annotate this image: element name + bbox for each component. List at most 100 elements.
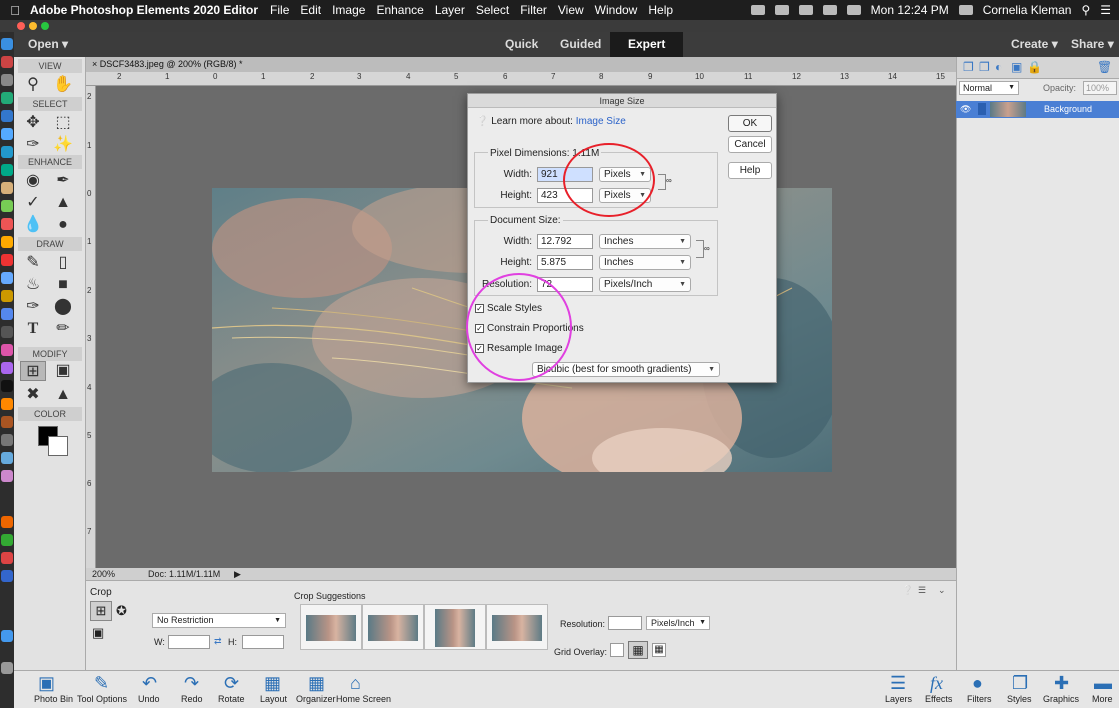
layer-mask-icon[interactable]: ▣ xyxy=(1011,60,1022,74)
rotate-button[interactable]: Rotate xyxy=(218,694,245,704)
opacity-field[interactable]: 100% xyxy=(1083,81,1117,95)
dock-app-icon[interactable] xyxy=(1,362,13,374)
dock-app-icon[interactable] xyxy=(1,398,13,410)
move-tool-icon[interactable]: ✥ xyxy=(20,113,46,133)
dock-app-icon[interactable] xyxy=(1,236,13,248)
pencil-tool-icon[interactable]: ✏ xyxy=(50,319,76,339)
gradient-tool-icon[interactable]: ■ xyxy=(50,275,76,295)
battery-icon[interactable] xyxy=(846,5,861,15)
resolution-unit-select[interactable]: Pixels/Inch ▼ xyxy=(646,616,710,630)
crop-suggestion-thumb[interactable] xyxy=(486,604,548,650)
dock-app-icon[interactable] xyxy=(1,164,13,176)
paint-bucket-icon[interactable]: ♨ xyxy=(20,275,46,295)
cancel-button[interactable]: Cancel xyxy=(728,136,772,153)
eraser-tool-icon[interactable]: ▯ xyxy=(50,253,76,273)
tool-options-icon[interactable]: ✎ xyxy=(94,673,109,694)
dock-app-icon[interactable] xyxy=(1,92,13,104)
zoom-level[interactable]: 200% xyxy=(92,568,115,580)
doc-height-field[interactable]: 5.875 xyxy=(537,255,593,270)
dock-app-icon[interactable] xyxy=(1,74,13,86)
menu-help[interactable]: Help xyxy=(648,3,673,17)
effects-icon[interactable]: fx xyxy=(930,673,943,694)
home-icon[interactable]: ⌂ xyxy=(350,673,361,694)
dock-app-icon[interactable] xyxy=(1,534,13,546)
marquee-tool-icon[interactable]: ⬚ xyxy=(50,113,76,133)
crop-width-field[interactable] xyxy=(168,635,210,649)
mode-guided[interactable]: Guided xyxy=(560,37,601,51)
share-button[interactable]: Share ▾ xyxy=(1071,37,1114,51)
styles-icon[interactable]: ❐ xyxy=(1012,673,1028,694)
resample-method-select[interactable]: Bicubic (best for smooth gradients) xyxy=(532,362,720,377)
doc-width-unit-select[interactable]: Inches xyxy=(599,234,691,249)
crop-mode-icon[interactable]: ⊞ xyxy=(90,601,112,621)
eyedropper-icon[interactable]: ✑ xyxy=(20,297,46,317)
content-aware-move-icon[interactable]: ✖ xyxy=(20,385,46,405)
menu-extras-icon[interactable]: ☰ xyxy=(1100,3,1111,17)
dock-app-icon[interactable] xyxy=(1,552,13,564)
layout-button[interactable]: Layout xyxy=(260,694,287,704)
dock-app-icon[interactable] xyxy=(1,452,13,464)
tray-icon[interactable] xyxy=(774,5,789,15)
tool-options-button[interactable]: Tool Options xyxy=(77,694,127,704)
crop-tool-icon[interactable]: ⊞ xyxy=(20,361,46,381)
ok-button[interactable]: OK xyxy=(728,115,772,132)
create-button[interactable]: Create ▾ xyxy=(1011,37,1058,51)
filters-button[interactable]: Filters xyxy=(967,694,992,704)
layers-icon[interactable]: ☰ xyxy=(890,673,906,694)
layout-icon[interactable]: ▦ xyxy=(264,673,281,694)
dock-app-icon[interactable] xyxy=(1,570,13,582)
perspective-crop-icon[interactable]: ✪ xyxy=(116,603,127,619)
spot-healing-icon[interactable]: ✒ xyxy=(50,171,76,191)
dock-app-icon[interactable] xyxy=(1,516,13,528)
dock-app-icon[interactable] xyxy=(1,182,13,194)
resolution-field[interactable] xyxy=(608,616,642,630)
shape-tool-icon[interactable]: ⬤ xyxy=(50,297,76,317)
hand-tool-icon[interactable]: ✋ xyxy=(50,75,76,95)
help-button[interactable]: Help xyxy=(728,162,772,179)
grid-thirds-option[interactable]: ▦ xyxy=(628,641,648,659)
dock-app-icon[interactable] xyxy=(1,272,13,284)
magic-wand-icon[interactable]: ✨ xyxy=(50,135,76,155)
tray-icon[interactable] xyxy=(750,5,765,15)
dock-app-icon[interactable] xyxy=(1,470,13,482)
status-arrow-icon[interactable]: ▶ xyxy=(234,568,241,580)
dock-app-icon[interactable] xyxy=(1,128,13,140)
music-icon[interactable] xyxy=(1,344,13,356)
zoom-window-icon[interactable] xyxy=(41,22,49,30)
doc-size-info[interactable]: Doc: 1.11M/1.11M xyxy=(148,568,220,580)
zoom-tool-icon[interactable]: ⚲ xyxy=(20,75,46,95)
dock-app-icon[interactable] xyxy=(1,630,13,642)
more-icon[interactable]: ▬ xyxy=(1094,673,1112,694)
tray-icon[interactable] xyxy=(798,5,813,15)
crop-suggestion-thumb[interactable] xyxy=(424,604,486,650)
dock-app-icon[interactable] xyxy=(1,326,13,338)
mode-expert[interactable]: Expert xyxy=(610,32,684,57)
lasso-tool-icon[interactable]: ✑ xyxy=(20,135,46,155)
trash-icon[interactable]: 🗑 xyxy=(1097,60,1112,74)
menu-view[interactable]: View xyxy=(558,3,584,17)
resolution-unit-select[interactable]: Pixels/Inch xyxy=(599,277,691,292)
undo-button[interactable]: Undo xyxy=(138,694,160,704)
undo-icon[interactable]: ↶ xyxy=(142,673,157,694)
calendar-icon[interactable] xyxy=(1,218,13,230)
organizer-button[interactable]: Organizer xyxy=(296,694,336,704)
grid-none-option[interactable] xyxy=(610,643,624,657)
filters-icon[interactable]: ● xyxy=(972,673,983,694)
dock-app-icon[interactable] xyxy=(1,416,13,428)
type-tool-icon[interactable]: T xyxy=(20,319,46,339)
more-button[interactable]: More xyxy=(1092,694,1113,704)
app-name[interactable]: Adobe Photoshop Elements 2020 Editor xyxy=(30,3,258,17)
red-eye-tool-icon[interactable]: ◉ xyxy=(20,171,46,191)
close-window-icon[interactable] xyxy=(17,22,25,30)
open-button[interactable]: Open ▾ xyxy=(28,37,68,51)
dock-app-icon[interactable] xyxy=(1,290,13,302)
menu-image[interactable]: Image xyxy=(332,3,365,17)
minimize-window-icon[interactable] xyxy=(29,22,37,30)
panel-menu-icon[interactable]: ☰ xyxy=(918,585,926,596)
dock-app-icon[interactable] xyxy=(1,254,13,266)
new-layer-icon[interactable]: ❐ xyxy=(963,60,974,74)
tv-icon[interactable] xyxy=(1,380,13,392)
recompose-tool-icon[interactable]: ▣ xyxy=(50,361,76,381)
menu-select[interactable]: Select xyxy=(476,3,509,17)
rotate-icon[interactable]: ⟳ xyxy=(224,673,239,694)
